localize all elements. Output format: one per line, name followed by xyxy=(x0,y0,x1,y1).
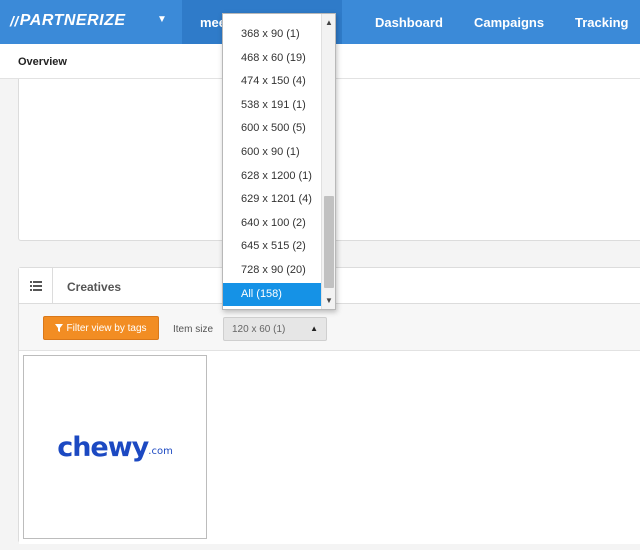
item-size-label: Item size xyxy=(173,324,214,335)
filter-button-label: Filter view by tags xyxy=(66,322,147,334)
dropdown-option[interactable]: All (158) xyxy=(223,282,322,307)
dropdown-option[interactable]: 640 x 100 (2) xyxy=(223,212,322,236)
dropdown-option[interactable]: 600 x 90 (1) xyxy=(223,141,322,165)
logo-mark-icon: // xyxy=(10,13,19,29)
filter-icon xyxy=(55,324,64,332)
creative-card[interactable]: chewy .com xyxy=(23,355,207,539)
dropdown-options-list: 368 x 90 (1) 468 x 60 (19) 474 x 150 (4) 53… xyxy=(223,23,322,307)
dropdown-option[interactable]: 474 x 150 (4) xyxy=(223,70,322,94)
dropdown-option[interactable]: 468 x 60 (19) xyxy=(223,47,322,71)
item-size-dropdown[interactable]: 368 x 90 (1) 468 x 60 (19) 474 x 150 (4) 53… xyxy=(222,13,336,310)
chewy-logo: chewy .com xyxy=(57,420,173,474)
dropdown-option[interactable]: 728 x 90 (20) xyxy=(223,259,322,283)
nav-dashboard[interactable]: Dashboard xyxy=(375,15,443,30)
dropdown-scrollbar[interactable]: ▲ ▼ xyxy=(321,14,335,309)
item-size-select[interactable]: 120 x 60 (1) ▲ xyxy=(223,317,327,341)
creatives-title: Creatives xyxy=(67,280,122,294)
dropdown-option[interactable]: 368 x 90 (1) xyxy=(223,23,322,47)
brand-name: PARTNERIZE xyxy=(19,12,126,29)
scroll-down-arrow-icon[interactable]: ▼ xyxy=(324,296,334,306)
nav-tracking[interactable]: Tracking xyxy=(575,15,628,30)
dropdown-option[interactable]: 538 x 191 (1) xyxy=(223,94,322,118)
dropdown-option[interactable]: 645 x 515 (2) xyxy=(223,235,322,259)
list-icon[interactable] xyxy=(19,268,53,304)
scroll-up-arrow-icon[interactable]: ▲ xyxy=(324,18,334,28)
caret-down-icon[interactable]: ▼ xyxy=(157,14,167,25)
item-size-value: 120 x 60 (1) xyxy=(232,323,286,335)
caret-up-icon: ▲ xyxy=(310,324,318,333)
dropdown-option[interactable]: 629 x 1201 (4) xyxy=(223,188,322,212)
partnerize-logo[interactable]: // PARTNERIZE xyxy=(10,12,126,30)
filter-by-tags-button[interactable]: Filter view by tags xyxy=(43,316,159,340)
dropdown-option[interactable]: 628 x 1200 (1) xyxy=(223,165,322,189)
creatives-grid: chewy .com xyxy=(19,350,640,544)
tab-overview[interactable]: Overview xyxy=(18,56,67,68)
scrollbar-thumb[interactable] xyxy=(324,196,334,288)
dropdown-option[interactable]: 600 x 500 (5) xyxy=(223,117,322,141)
nav-campaigns[interactable]: Campaigns xyxy=(474,15,544,30)
